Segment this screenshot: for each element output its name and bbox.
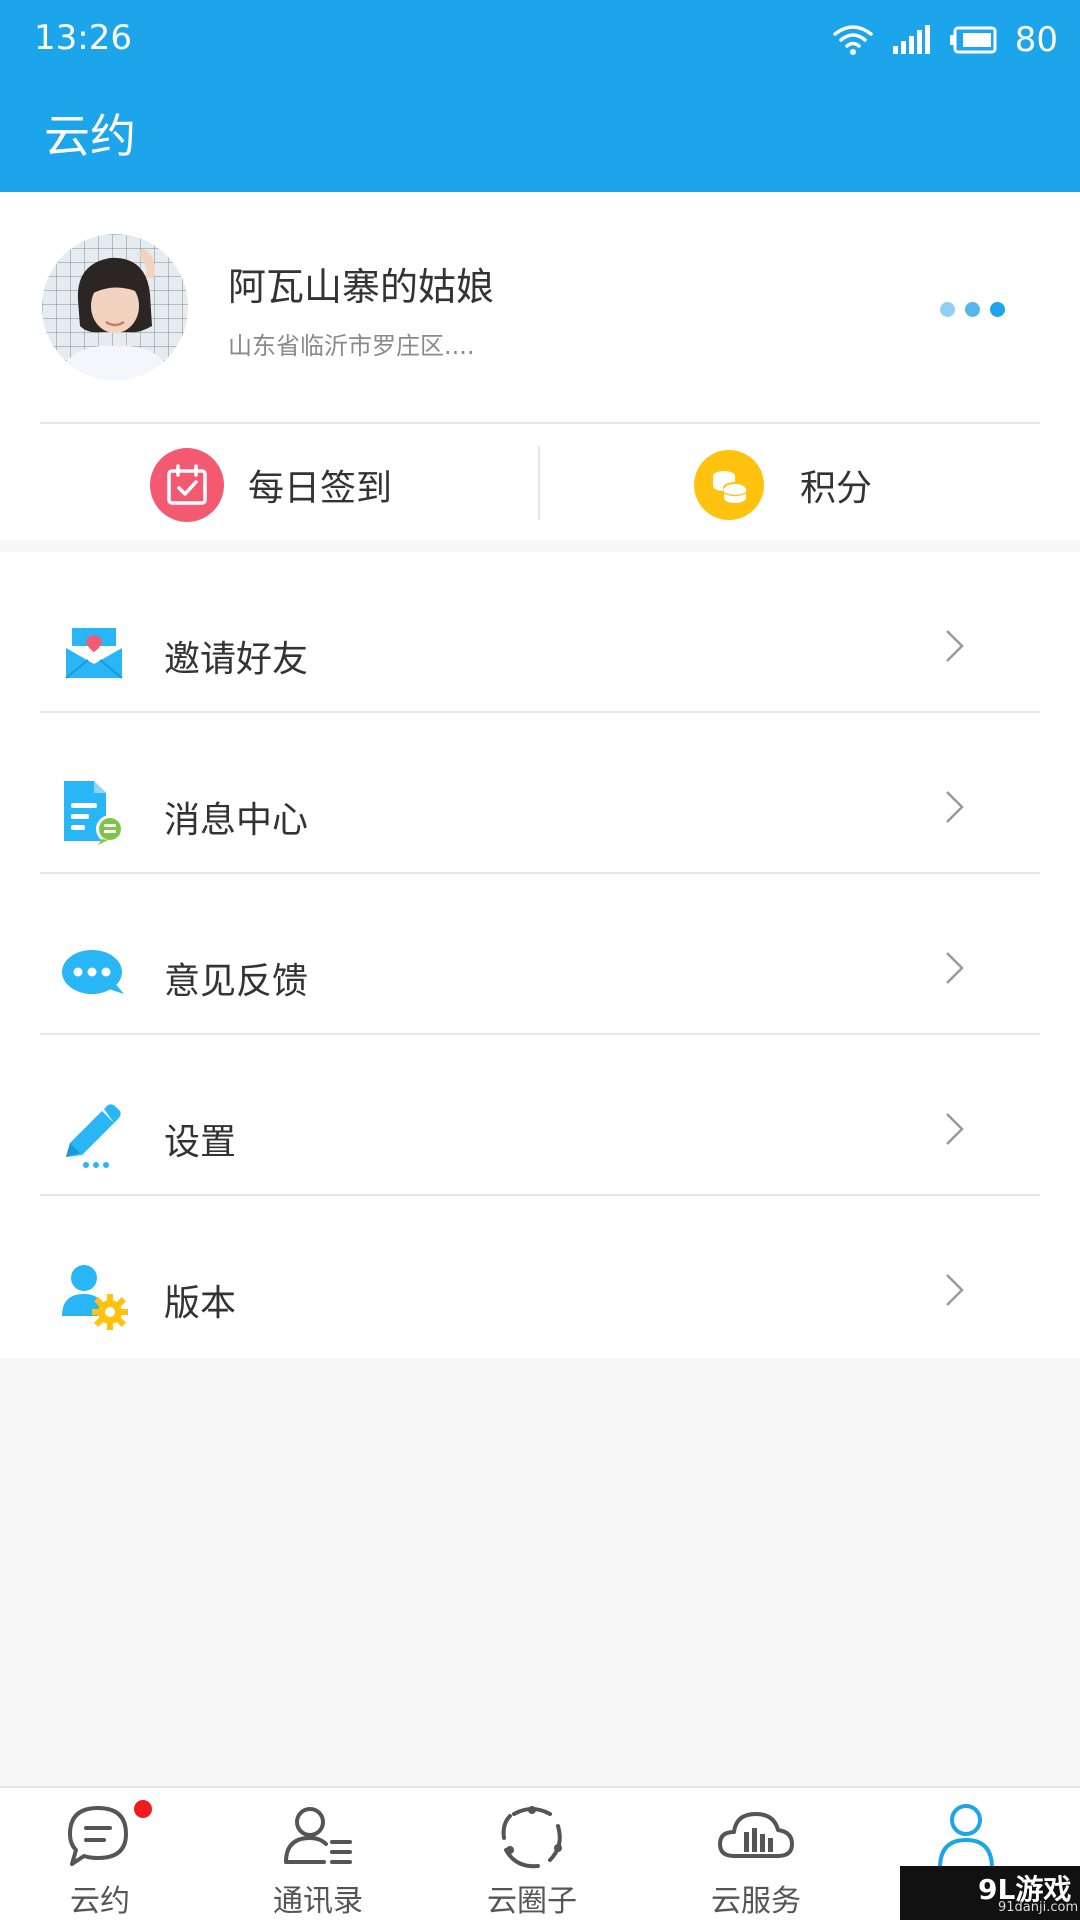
menu-item-messages[interactable]: 消息中心: [0, 713, 1080, 874]
battery-icon: [949, 26, 997, 54]
tab-cloud-service[interactable]: 云服务: [666, 1788, 846, 1920]
points-label: 积分: [800, 468, 873, 509]
message-doc-icon: [58, 777, 130, 849]
chevron-right-icon: [946, 1113, 964, 1145]
menu-item-settings[interactable]: 设置: [0, 1035, 1080, 1196]
dot: [940, 302, 955, 317]
menu-item-feedback[interactable]: 意见反馈: [0, 874, 1080, 1035]
watermark-url: 91danji.com: [998, 1900, 1079, 1915]
tab-circle[interactable]: 云圈子: [442, 1788, 622, 1920]
checkin-label: 每日签到: [248, 468, 393, 509]
tab-label: 通讯录: [273, 1884, 363, 1919]
feedback-bubble-icon: [58, 938, 130, 1010]
menu-label: 设置: [164, 1122, 237, 1163]
invite-envelope-icon: [58, 616, 130, 688]
status-bar: 13:26 80: [0, 0, 1080, 78]
quick-action-separator: [538, 446, 540, 520]
app-header: 13:26 80 云约: [0, 0, 1080, 192]
unread-badge: [134, 1800, 152, 1818]
coins-icon: [694, 450, 764, 520]
tab-yunyue[interactable]: 云约: [10, 1788, 190, 1920]
menu-item-version[interactable]: 版本: [0, 1196, 1080, 1357]
status-icons: 80: [832, 18, 1058, 62]
chevron-right-icon: [946, 791, 964, 823]
profile-card: 阿瓦山寨的姑娘 山东省临沂市罗庄区.... 每日签到 积分: [0, 192, 1080, 540]
menu-label: 消息中心: [164, 800, 309, 841]
chevron-right-icon: [946, 1274, 964, 1306]
chevron-right-icon: [946, 630, 964, 662]
wifi-icon: [832, 25, 873, 55]
tab-label: 云服务: [711, 1884, 801, 1919]
avatar[interactable]: [42, 234, 188, 380]
signal-icon: [892, 25, 930, 54]
contacts-icon: [284, 1807, 352, 1864]
page-title: 云约: [44, 109, 136, 163]
battery-level: 80: [1014, 20, 1058, 60]
cloud-service-icon: [718, 1812, 794, 1858]
calendar-check-icon: [150, 448, 224, 522]
daily-checkin-button[interactable]: 每日签到: [150, 444, 392, 526]
menu-label: 版本: [164, 1283, 237, 1324]
menu-label: 邀请好友: [164, 639, 309, 680]
user-gear-icon: [58, 1260, 130, 1332]
tab-label: 云圈子: [487, 1884, 577, 1919]
settings-menu: 邀请好友 消息中心 意见反馈 设置 版本: [0, 552, 1080, 1358]
pencil-icon: [58, 1099, 130, 1171]
more-options-icon[interactable]: [940, 302, 1005, 317]
menu-label: 意见反馈: [164, 961, 309, 1002]
person-icon: [938, 1804, 994, 1870]
circle-icon: [501, 1806, 562, 1869]
tab-contacts[interactable]: 通讯录: [228, 1788, 408, 1920]
chat-icon: [68, 1806, 128, 1866]
points-button[interactable]: 积分: [694, 444, 872, 526]
chevron-right-icon: [946, 952, 964, 984]
tab-label: 云约: [70, 1884, 130, 1919]
user-name: 阿瓦山寨的姑娘: [228, 265, 495, 309]
menu-item-invite[interactable]: 邀请好友: [0, 552, 1080, 713]
dot: [990, 302, 1005, 317]
site-watermark: 9L游戏 91danji.com: [900, 1866, 1080, 1920]
profile-divider: [40, 422, 1040, 424]
dot: [965, 302, 980, 317]
status-time: 13:26: [34, 18, 132, 58]
user-address: 山东省临沂市罗庄区....: [228, 332, 475, 360]
